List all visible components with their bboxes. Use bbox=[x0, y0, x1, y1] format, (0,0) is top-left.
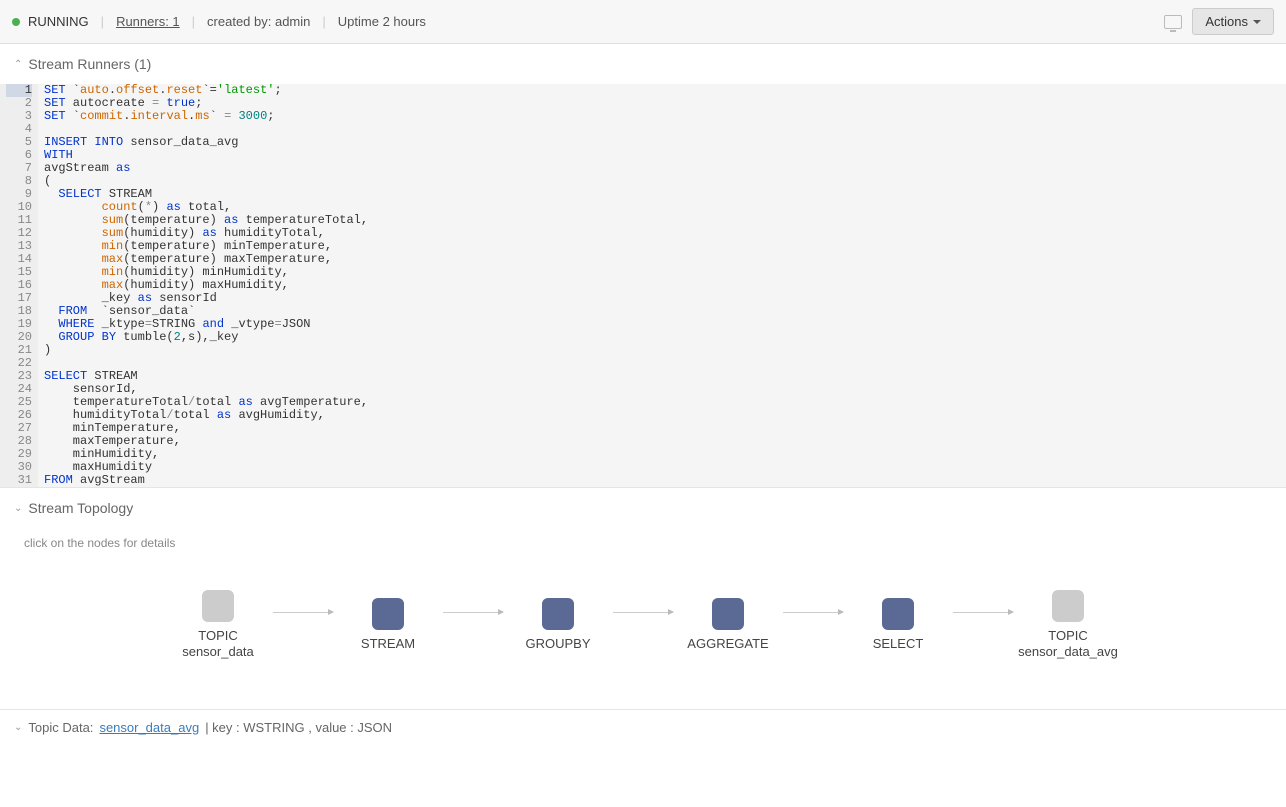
topology-hint: click on the nodes for details bbox=[24, 536, 1262, 550]
stream-runners-section: ⌃ Stream Runners (1) 1234567891011121314… bbox=[0, 44, 1286, 488]
topic-data-section-header[interactable]: ⌄ Topic Data: sensor_data_avg | key : WS… bbox=[0, 710, 1286, 745]
node-box-icon[interactable] bbox=[712, 598, 744, 630]
code-line[interactable]: minTemperature, bbox=[44, 422, 1280, 435]
topology-node[interactable]: SELECT bbox=[843, 598, 953, 652]
code-line[interactable]: ( bbox=[44, 175, 1280, 188]
code-editor[interactable]: 1234567891011121314151617181920212223242… bbox=[0, 84, 1286, 487]
separator: | bbox=[322, 14, 325, 29]
arrow-icon bbox=[613, 612, 673, 613]
code-line[interactable]: _key as sensorId bbox=[44, 292, 1280, 305]
node-box-icon[interactable] bbox=[202, 590, 234, 622]
separator: | bbox=[101, 14, 104, 29]
topic-data-link[interactable]: sensor_data_avg bbox=[99, 720, 199, 735]
chevron-down-icon: ⌄ bbox=[14, 722, 22, 733]
node-label: AGGREGATE bbox=[687, 636, 768, 652]
created-by-text: created by: admin bbox=[207, 14, 310, 29]
status-text: RUNNING bbox=[28, 14, 89, 29]
stream-runners-title: Stream Runners (1) bbox=[28, 56, 151, 72]
stream-topology-header[interactable]: ⌄ Stream Topology bbox=[0, 488, 1286, 528]
stream-topology-section: ⌄ Stream Topology click on the nodes for… bbox=[0, 488, 1286, 710]
node-label: SELECT bbox=[873, 636, 924, 652]
node-box-icon[interactable] bbox=[372, 598, 404, 630]
topology-node[interactable]: GROUPBY bbox=[503, 598, 613, 652]
arrow-icon bbox=[953, 612, 1013, 613]
actions-button[interactable]: Actions bbox=[1192, 8, 1274, 35]
node-label: GROUPBY bbox=[525, 636, 590, 652]
topic-data-prefix: Topic Data: bbox=[28, 720, 93, 735]
node-sub-label: sensor_data_avg bbox=[1018, 644, 1118, 659]
code-line[interactable]: INSERT INTO sensor_data_avg bbox=[44, 136, 1280, 149]
code-line[interactable]: SET `commit.interval.ms` = 3000; bbox=[44, 110, 1280, 123]
code-line[interactable]: WITH bbox=[44, 149, 1280, 162]
node-label: TOPIC bbox=[198, 628, 238, 644]
code-line[interactable]: max(humidity) maxHumidity, bbox=[44, 279, 1280, 292]
code-line[interactable]: SET `auto.offset.reset`='latest'; bbox=[44, 84, 1280, 97]
chevron-up-icon: ⌃ bbox=[14, 59, 22, 70]
code-line[interactable]: ) bbox=[44, 344, 1280, 357]
topology-nodes-row: TOPICsensor_dataSTREAMGROUPBYAGGREGATESE… bbox=[24, 590, 1262, 659]
code-line[interactable] bbox=[44, 357, 1280, 370]
node-box-icon[interactable] bbox=[542, 598, 574, 630]
gutter-line: 31 bbox=[6, 474, 32, 487]
stream-topology-title: Stream Topology bbox=[28, 500, 133, 516]
monitor-icon[interactable] bbox=[1164, 15, 1182, 29]
code-line[interactable]: minHumidity, bbox=[44, 448, 1280, 461]
node-label: STREAM bbox=[361, 636, 415, 652]
node-sub-label: sensor_data bbox=[182, 644, 254, 659]
topic-data-suffix: | key : WSTRING , value : JSON bbox=[205, 720, 392, 735]
chevron-down-icon: ⌄ bbox=[14, 503, 22, 514]
node-box-icon[interactable] bbox=[882, 598, 914, 630]
separator: | bbox=[192, 14, 195, 29]
topology-node[interactable]: TOPICsensor_data bbox=[163, 590, 273, 659]
topology-node[interactable]: AGGREGATE bbox=[673, 598, 783, 652]
code-line[interactable]: FROM avgStream bbox=[44, 474, 1280, 487]
node-label: TOPIC bbox=[1048, 628, 1088, 644]
caret-down-icon bbox=[1253, 20, 1261, 24]
topbar: RUNNING | Runners: 1 | created by: admin… bbox=[0, 0, 1286, 44]
arrow-icon bbox=[783, 612, 843, 613]
code-line[interactable]: humidityTotal/total as avgHumidity, bbox=[44, 409, 1280, 422]
code-line[interactable]: maxHumidity bbox=[44, 461, 1280, 474]
code-lines[interactable]: SET `auto.offset.reset`='latest';SET aut… bbox=[38, 84, 1286, 487]
node-box-icon[interactable] bbox=[1052, 590, 1084, 622]
uptime-text: Uptime 2 hours bbox=[338, 14, 426, 29]
status-dot-icon bbox=[12, 18, 20, 26]
arrow-icon bbox=[443, 612, 503, 613]
actions-label: Actions bbox=[1205, 14, 1248, 29]
code-line[interactable]: GROUP BY tumble(2,s),_key bbox=[44, 331, 1280, 344]
stream-runners-header[interactable]: ⌃ Stream Runners (1) bbox=[0, 44, 1286, 84]
code-gutter: 1234567891011121314151617181920212223242… bbox=[0, 84, 38, 487]
topology-node[interactable]: STREAM bbox=[333, 598, 443, 652]
topology-node[interactable]: TOPICsensor_data_avg bbox=[1013, 590, 1123, 659]
runners-link[interactable]: Runners: 1 bbox=[116, 14, 180, 29]
arrow-icon bbox=[273, 612, 333, 613]
code-line[interactable]: maxTemperature, bbox=[44, 435, 1280, 448]
code-line[interactable]: avgStream as bbox=[44, 162, 1280, 175]
code-line[interactable]: SELECT STREAM bbox=[44, 370, 1280, 383]
